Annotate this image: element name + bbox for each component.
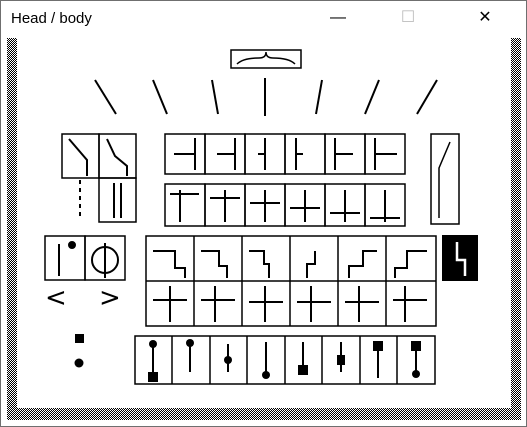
stroke-diag-3[interactable] — [211, 79, 219, 115]
dot-stem-glyph[interactable] — [44, 235, 86, 281]
bent-stroke-2[interactable] — [98, 133, 137, 179]
bent-stroke-1[interactable] — [61, 133, 100, 179]
angle-left-glyph[interactable]: < — [45, 285, 67, 311]
close-button[interactable]: ✕ — [462, 1, 508, 35]
zigzag-row — [145, 235, 437, 327]
slant-stroke-box[interactable] — [430, 133, 460, 225]
window-title: Head / body — [11, 10, 92, 27]
square-dot-glyph[interactable] — [75, 334, 84, 343]
brace-glyph[interactable] — [230, 49, 302, 69]
glyph-palette: < > — [7, 38, 521, 420]
bottom-border-pattern — [7, 408, 521, 420]
angle-right-glyph[interactable]: > — [99, 285, 121, 311]
palette-canvas — [44, 49, 478, 385]
bent-stroke-group — [61, 133, 137, 223]
stroke-diag-1[interactable] — [94, 79, 117, 115]
maximize-button: ☐ — [400, 9, 416, 26]
title-bar: Head / body — ☐ ✕ — [1, 1, 526, 35]
stroke-diag-6[interactable] — [416, 79, 438, 115]
round-dot-glyph[interactable] — [74, 358, 84, 368]
stroke-diag-2[interactable] — [152, 79, 168, 115]
tick-row-1 — [164, 133, 406, 175]
stroke-diag-5[interactable] — [364, 79, 380, 115]
double-bar-glyph[interactable] — [98, 177, 137, 223]
tick-row-2 — [164, 183, 406, 227]
stroke-diag-4[interactable] — [315, 79, 323, 115]
minimize-button[interactable]: — — [315, 1, 361, 35]
selected-glyph[interactable] — [442, 235, 478, 281]
stem-row — [134, 335, 436, 385]
